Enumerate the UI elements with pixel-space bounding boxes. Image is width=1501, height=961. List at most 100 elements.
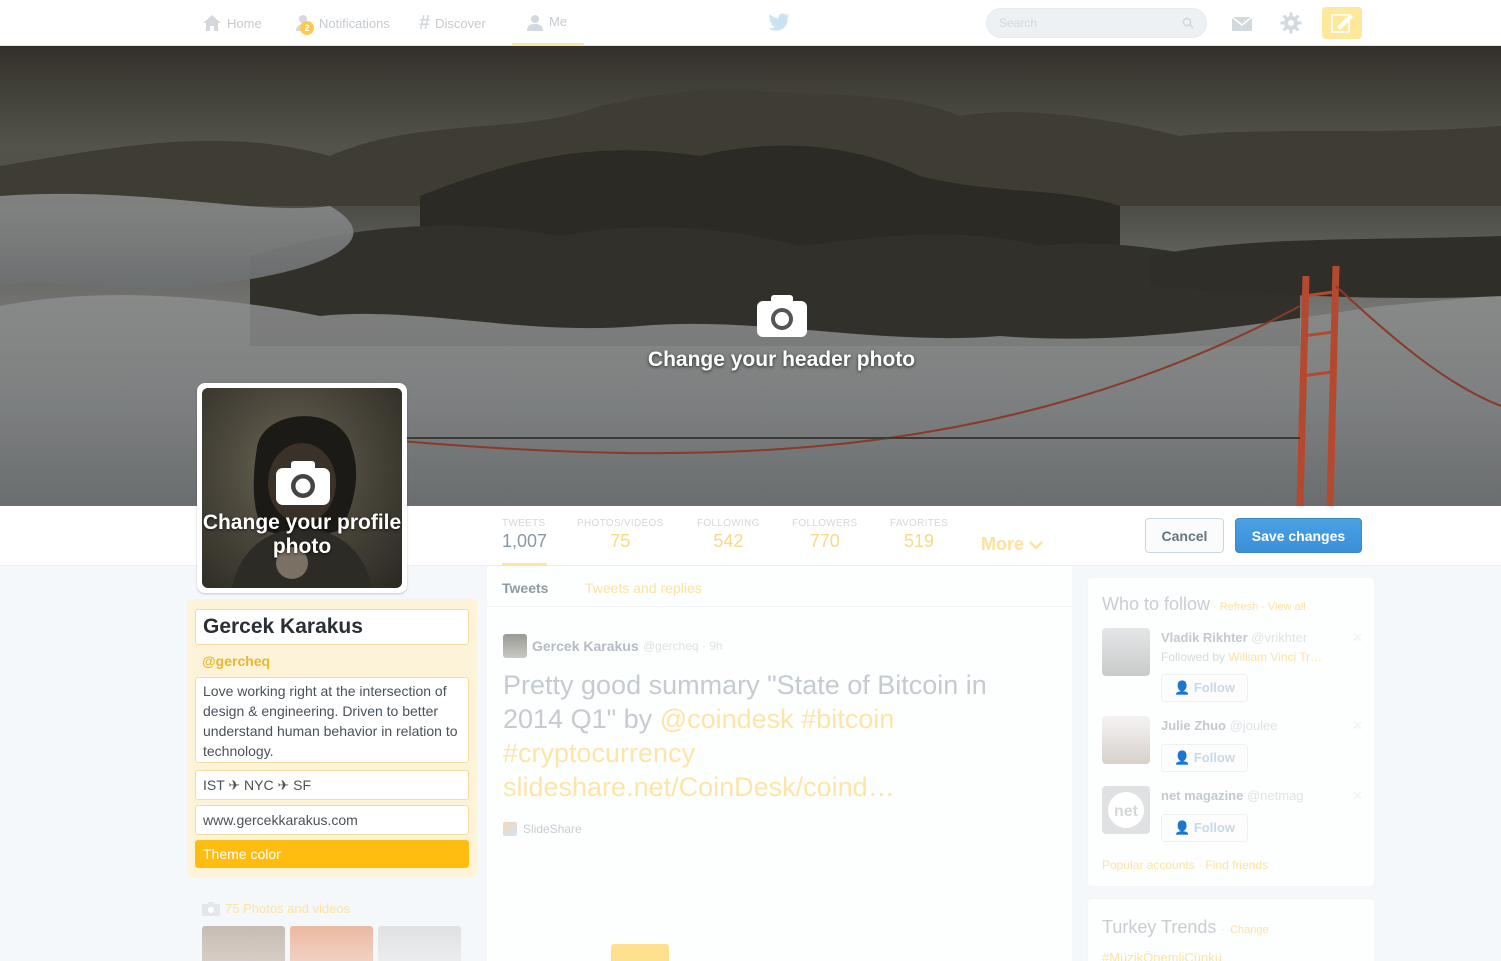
profile-photo[interactable]: Change your profile photo xyxy=(197,383,407,593)
stat-following[interactable]: FOLLOWING 542 xyxy=(697,518,760,552)
save-changes-button[interactable]: Save changes xyxy=(1235,518,1362,553)
photo-thumbnail[interactable] xyxy=(290,926,373,961)
tweet-hashtag-link[interactable]: #cryptocurrency xyxy=(503,738,695,768)
tweet-meta: @gercheq · 9h xyxy=(643,639,723,653)
user-handle: @netmag xyxy=(1246,788,1304,803)
nav-home[interactable]: Home xyxy=(202,0,262,46)
trends-module: Turkey Trends · Change #MüzikÖnemliÇünkü xyxy=(1087,898,1375,961)
who-to-follow-footer: Popular accounts · Find friends xyxy=(1102,858,1268,872)
stat-label: PHOTOS/VIDEOS xyxy=(577,518,664,529)
camera-icon[interactable] xyxy=(275,460,331,506)
screen-name: @gercheq xyxy=(202,653,271,669)
popular-accounts-link[interactable]: Popular accounts xyxy=(1102,858,1195,872)
dismiss-icon[interactable]: ✕ xyxy=(1352,718,1363,734)
who-to-follow-title: Who to follow xyxy=(1102,594,1211,614)
dot-separator: · xyxy=(1261,601,1265,613)
nav-notifications[interactable]: 2 Notifications xyxy=(292,0,390,46)
stat-photos-videos[interactable]: PHOTOS/VIDEOS 75 xyxy=(577,518,664,552)
stat-value: 519 xyxy=(904,531,935,551)
hashtag-icon: # xyxy=(419,11,431,34)
tweet-mention-link[interactable]: @coindesk xyxy=(660,704,794,734)
notifications-icon: 2 xyxy=(292,13,314,35)
avatar[interactable]: net xyxy=(1102,786,1150,834)
profile-photo-image: Change your profile photo xyxy=(202,388,402,588)
suggested-user-name[interactable]: Vladik Rikhter @vrikhter xyxy=(1161,630,1307,645)
divider xyxy=(487,606,1072,607)
nav-me[interactable]: Me xyxy=(512,0,584,46)
view-all-link[interactable]: View all xyxy=(1268,601,1306,613)
tweet-author-handle[interactable]: @gercheq xyxy=(643,639,699,653)
camera-icon[interactable] xyxy=(756,294,808,338)
suggested-user: Julie Zhuo @joulee ✕ 👤 Follow xyxy=(1102,716,1372,786)
nav-home-label: Home xyxy=(227,15,262,31)
suggested-user: net net magazine @netmag ✕ 👤 Follow xyxy=(1102,786,1372,856)
search-box[interactable] xyxy=(986,8,1207,38)
photo-thumbnail[interactable] xyxy=(378,926,461,961)
stat-value: 75 xyxy=(610,531,631,551)
top-navigation: Home 2 Notifications # Discover Me xyxy=(0,0,1501,46)
tweet-card-source-label: SlideShare xyxy=(523,822,582,836)
follow-label: Follow xyxy=(1193,750,1235,765)
tweet-card-source[interactable]: SlideShare xyxy=(503,822,582,836)
follow-button[interactable]: 👤 Follow xyxy=(1161,674,1248,702)
who-to-follow-module: Who to follow · Refresh · View all Vladi… xyxy=(1087,577,1375,887)
follow-label: Follow xyxy=(1193,820,1235,835)
change-profile-photo-label[interactable]: Change your profile photo xyxy=(202,511,402,559)
refresh-link[interactable]: Refresh xyxy=(1220,601,1259,613)
timeline: Tweets Tweets and replies Gercek Karakus… xyxy=(487,566,1072,961)
location-field[interactable]: IST ✈ NYC ✈ SF xyxy=(195,770,469,800)
home-icon xyxy=(203,15,221,31)
change-header-photo-label[interactable]: Change your header photo xyxy=(0,348,1501,372)
search-icon[interactable] xyxy=(1182,17,1194,29)
trend-item[interactable]: #MüzikÖnemliÇünkü xyxy=(1102,950,1222,961)
settings-gear-icon[interactable] xyxy=(1279,11,1303,35)
website-field[interactable]: www.gercekkarakus.com xyxy=(195,805,469,835)
stat-followers[interactable]: FOLLOWERS 770 xyxy=(792,518,858,552)
tweet-author-avatar[interactable] xyxy=(503,634,527,658)
follow-user-icon: 👤 xyxy=(1174,680,1191,695)
photo-thumbnail[interactable] xyxy=(202,926,285,961)
suggested-user-name[interactable]: Julie Zhuo @joulee xyxy=(1161,718,1278,733)
nav-discover[interactable]: # Discover xyxy=(419,0,486,46)
name-field[interactable]: Gercek Karakus xyxy=(195,609,469,645)
twitter-bird-icon[interactable] xyxy=(768,13,790,31)
stat-favorites[interactable]: FAVORITES 519 xyxy=(890,518,948,552)
dismiss-icon[interactable]: ✕ xyxy=(1352,630,1363,646)
person-icon xyxy=(527,14,543,31)
tweet-url-link[interactable]: slideshare.net/CoinDesk/coind… xyxy=(503,772,895,802)
tab-tweets-and-replies[interactable]: Tweets and replies xyxy=(585,580,702,596)
follow-button[interactable]: 👤 Follow xyxy=(1161,814,1248,842)
dismiss-icon[interactable]: ✕ xyxy=(1352,788,1363,804)
find-friends-link[interactable]: Find friends xyxy=(1205,858,1268,872)
tab-tweets[interactable]: Tweets xyxy=(502,580,548,596)
stat-value: 770 xyxy=(809,531,840,551)
follow-label: Follow xyxy=(1193,680,1235,695)
tweet-author-name[interactable]: Gercek Karakus xyxy=(532,638,639,654)
tweet-text: Pretty good summary "State of Bitcoin in… xyxy=(503,668,1023,804)
search-input[interactable] xyxy=(999,16,1169,30)
more-menu[interactable]: More xyxy=(981,534,1043,555)
tweet-hashtag-link[interactable]: #bitcoin xyxy=(801,704,894,734)
suggested-user-name[interactable]: net magazine @netmag xyxy=(1161,788,1304,803)
bio-field[interactable]: Love working right at the intersection o… xyxy=(195,677,469,763)
notifications-count-badge: 2 xyxy=(300,21,314,35)
user-handle: @joulee xyxy=(1229,718,1278,733)
cancel-button[interactable]: Cancel xyxy=(1145,518,1224,553)
user-name: Vladik Rikhter xyxy=(1161,630,1248,645)
compose-tweet-button[interactable] xyxy=(1322,7,1362,39)
messages-envelope-icon[interactable] xyxy=(1231,12,1253,34)
nav-discover-label: Discover xyxy=(435,15,486,31)
photos-videos-link[interactable]: 75 Photos and videos xyxy=(202,901,350,916)
avatar[interactable] xyxy=(1102,628,1150,676)
followed-by-link[interactable]: William Vinci Tr… xyxy=(1228,650,1322,664)
avatar[interactable] xyxy=(1102,716,1150,764)
theme-color-button[interactable]: Theme color xyxy=(195,840,469,868)
follow-user-icon: 👤 xyxy=(1174,820,1191,835)
tweet-timestamp[interactable]: 9h xyxy=(709,639,722,653)
stat-tweets[interactable]: TWEETS 1,007 xyxy=(502,518,548,566)
change-trends-link[interactable]: Change xyxy=(1230,924,1269,936)
nav-notifications-label: Notifications xyxy=(319,15,390,31)
more-label: More xyxy=(981,534,1025,554)
net-magazine-logo: net xyxy=(1108,792,1144,828)
follow-button[interactable]: 👤 Follow xyxy=(1161,744,1248,772)
